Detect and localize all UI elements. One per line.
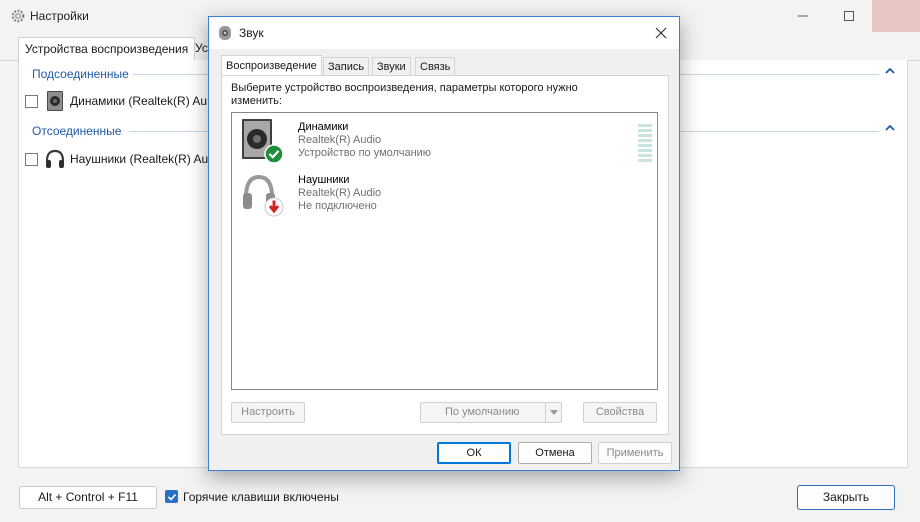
tab-communications[interactable]: Связь <box>415 57 456 75</box>
device-label: Наушники (Realtek(R) Au <box>70 152 209 166</box>
checkmark-icon <box>167 493 176 501</box>
settings-bottom-bar: Alt + Control + F11 Горячие клавиши вклю… <box>0 470 920 522</box>
speaker-icon <box>47 91 63 111</box>
device-name: Наушники <box>298 174 350 186</box>
group-label-disconnected: Отсоединенные <box>32 124 122 138</box>
apply-button[interactable]: Применить <box>598 442 672 464</box>
maximize-icon <box>844 11 854 21</box>
dialog-titlebar: Звук <box>209 17 679 49</box>
dialog-close-button[interactable] <box>651 23 671 43</box>
device-checkbox[interactable] <box>25 94 38 108</box>
list-item[interactable]: Динамики Realtek(R) Audio Устройство по … <box>240 118 652 166</box>
tab-sounds[interactable]: Звуки <box>372 57 411 75</box>
settings-window-title: Настройки <box>30 9 89 23</box>
level-meter <box>638 124 652 166</box>
minimize-icon <box>798 15 808 17</box>
dialog-title: Звук <box>239 26 264 40</box>
hotkey-button[interactable]: Alt + Control + F11 <box>19 486 157 509</box>
gear-icon <box>11 9 25 23</box>
chevron-up-icon <box>885 67 895 74</box>
window-close-button[interactable] <box>872 0 920 32</box>
device-state: Не подключено <box>298 200 377 212</box>
device-state: Устройство по умолчанию <box>298 147 432 159</box>
ok-button[interactable]: ОК <box>437 442 511 464</box>
sound-dialog: Звук Воспроизведение Запись Звуки Связь … <box>208 16 680 471</box>
properties-button[interactable]: Свойства <box>583 402 657 423</box>
configure-button[interactable]: Настроить <box>231 402 305 423</box>
collapse-connected-button[interactable] <box>885 66 895 78</box>
list-item[interactable]: Наушники (Realtek(R) Au <box>25 148 208 170</box>
headphones-icon <box>45 149 65 168</box>
chevron-up-icon <box>885 124 895 131</box>
minimize-button[interactable] <box>780 0 826 32</box>
cancel-button[interactable]: Отмена <box>518 442 592 464</box>
collapse-disconnected-button[interactable] <box>885 123 895 135</box>
dialog-prompt: Выберите устройство воспроизведения, пар… <box>231 82 578 107</box>
playback-panel: Выберите устройство воспроизведения, пар… <box>221 75 669 435</box>
checkmark-badge-icon <box>264 144 284 164</box>
hotkeys-enabled-label: Горячие клавиши включены <box>183 490 339 504</box>
chevron-down-icon <box>549 409 558 415</box>
device-list[interactable]: Динамики Realtek(R) Audio Устройство по … <box>231 112 658 390</box>
tab-playback[interactable]: Воспроизведение <box>221 55 322 76</box>
hotkeys-enabled-checkbox[interactable] <box>165 490 178 503</box>
maximize-button[interactable] <box>826 0 872 32</box>
list-item[interactable]: Наушники Realtek(R) Audio Не подключено <box>240 171 620 219</box>
device-checkbox[interactable] <box>25 152 38 166</box>
device-driver: Realtek(R) Audio <box>298 187 382 199</box>
device-label: Динамики (Realtek(R) Au <box>70 94 208 108</box>
sound-icon <box>219 26 231 40</box>
close-icon <box>655 27 667 39</box>
set-default-label: По умолчанию <box>445 406 520 418</box>
tab-recording[interactable]: Запись <box>323 57 370 75</box>
device-driver: Realtek(R) Audio <box>298 134 382 146</box>
list-item[interactable]: Динамики (Realtek(R) Au <box>25 90 207 112</box>
down-arrow-badge-icon <box>264 197 284 217</box>
dialog-tabs: Воспроизведение Запись Звуки Связь <box>217 55 671 76</box>
tab-playback-devices[interactable]: Устройства воспроизведения <box>18 37 196 62</box>
group-label-connected: Подсоединенные <box>32 67 129 81</box>
device-name: Динамики <box>298 121 349 133</box>
set-default-dropdown[interactable] <box>545 403 561 422</box>
close-button[interactable]: Закрыть <box>797 485 895 510</box>
set-default-button[interactable]: По умолчанию <box>420 402 562 423</box>
